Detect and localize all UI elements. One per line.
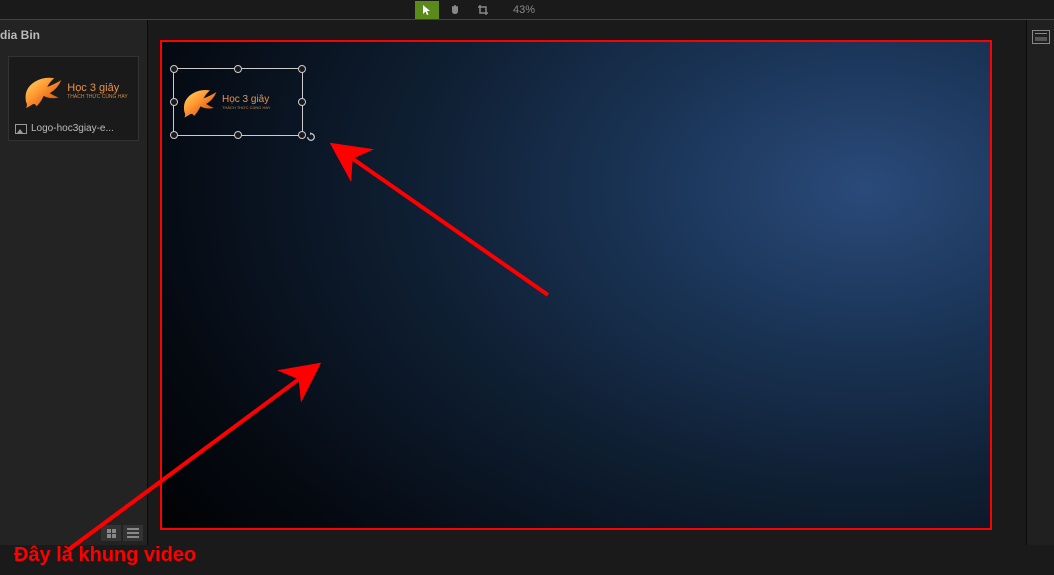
rotate-handle[interactable] <box>306 129 316 139</box>
hand-tool-button[interactable] <box>443 1 467 19</box>
properties-panel <box>1026 20 1054 545</box>
main-area: dia Bin Học 3 giây THÁCH THỨC CÙNG HA <box>0 20 1054 545</box>
media-bin-sidebar: dia Bin Học 3 giây THÁCH THỨC CÙNG HA <box>0 20 148 545</box>
resize-handle-bm[interactable] <box>234 131 242 139</box>
bird-logo-icon <box>178 84 218 120</box>
list-icon <box>127 528 139 538</box>
pointer-tool-button[interactable] <box>415 1 439 19</box>
canvas-area[interactable]: Học 3 giây THÁCH THỨC CÙNG HAY <box>148 20 1026 545</box>
grid-view-button[interactable] <box>101 525 121 541</box>
logo-thumbnail: Học 3 giây THÁCH THỨC CÙNG HAY <box>15 63 131 119</box>
media-filename-row: Logo-hoc3giay-e... <box>15 119 132 134</box>
selected-logo-content: Học 3 giây THÁCH THỨC CÙNG HAY <box>174 69 302 135</box>
media-item[interactable]: Học 3 giây THÁCH THỨC CÙNG HAY Logo-hoc3… <box>8 56 139 141</box>
grid-icon <box>107 529 116 538</box>
zoom-level[interactable]: 43% <box>507 4 541 16</box>
resize-handle-mr[interactable] <box>298 98 306 106</box>
view-toggles <box>0 521 147 545</box>
selected-logo-main: Học 3 giây <box>222 94 270 105</box>
crop-tool-button[interactable] <box>471 1 495 19</box>
media-filename-text: Logo-hoc3giay-e... <box>31 123 114 134</box>
resize-handle-bl[interactable] <box>170 131 178 139</box>
resize-handle-br[interactable] <box>298 131 306 139</box>
resize-handle-ml[interactable] <box>170 98 178 106</box>
bird-logo-icon <box>19 71 63 111</box>
top-toolbar: 43% <box>0 0 1054 20</box>
image-type-icon <box>15 124 27 134</box>
resize-handle-tr[interactable] <box>298 65 306 73</box>
list-view-button[interactable] <box>123 525 143 541</box>
video-preview-frame[interactable]: Học 3 giây THÁCH THỨC CÙNG HAY <box>160 40 992 530</box>
logo-text-sub: THÁCH THỨC CÙNG HAY <box>67 94 127 100</box>
annotation-label: Đây là khung video <box>14 544 196 567</box>
sidebar-title: dia Bin <box>0 20 147 52</box>
selected-object[interactable]: Học 3 giây THÁCH THỨC CÙNG HAY <box>173 68 303 136</box>
logo-text-main: Học 3 giây <box>67 82 127 94</box>
resize-handle-tl[interactable] <box>170 65 178 73</box>
selected-logo-sub: THÁCH THỨC CÙNG HAY <box>222 105 270 110</box>
properties-icon[interactable] <box>1032 30 1050 44</box>
resize-handle-tm[interactable] <box>234 65 242 73</box>
